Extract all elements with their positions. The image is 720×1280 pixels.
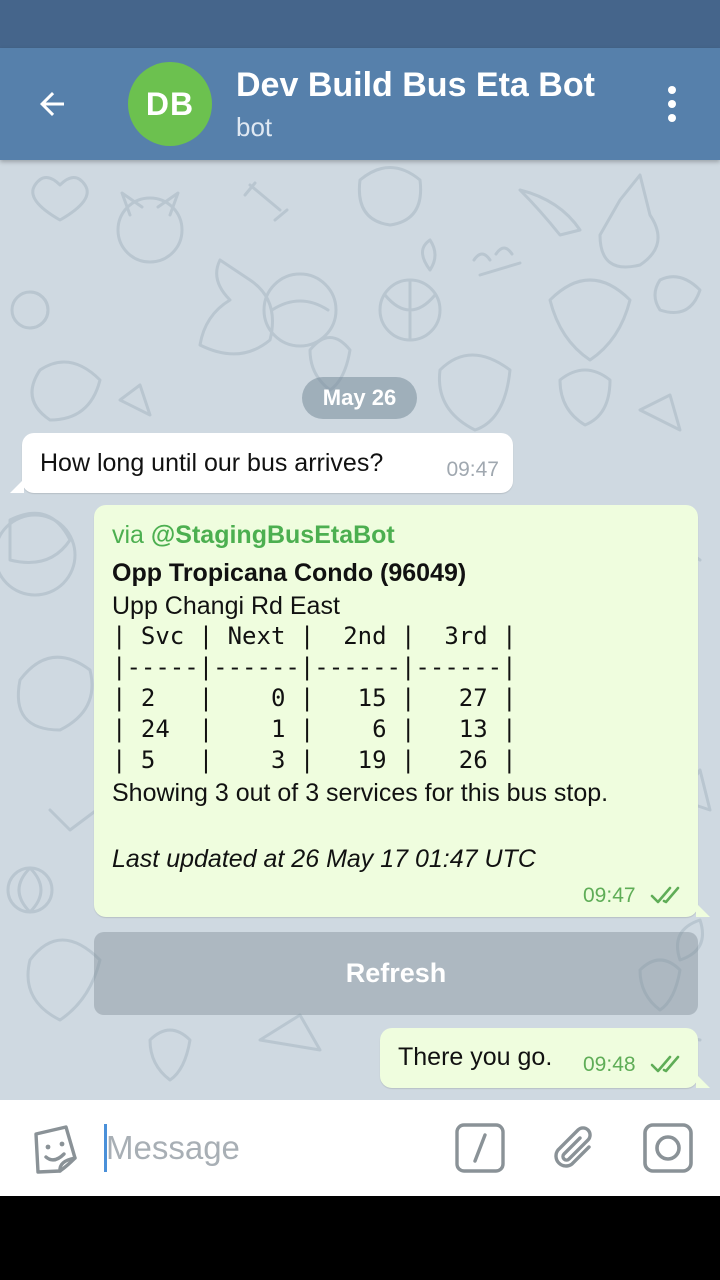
message-time: 09:47 [583, 884, 636, 907]
eta-table-row: | 2 | 0 | 15 | 27 | [112, 684, 517, 712]
message-text: How long until our bus arrives? [40, 449, 384, 477]
chat-area[interactable]: May 26 How long until our bus arrives? 0… [0, 160, 720, 1100]
via-bot-username[interactable]: @StagingBusEtaBot [151, 521, 395, 549]
double-check-icon [650, 1055, 680, 1073]
outgoing-message[interactable]: via @StagingBusEtaBot Opp Tropicana Cond… [94, 505, 710, 917]
paperclip-icon[interactable] [548, 1120, 604, 1176]
arrow-left-icon [40, 92, 64, 116]
more-menu-button[interactable] [648, 74, 696, 134]
double-check-icon [650, 886, 680, 904]
eta-table-row: | 24 | 1 | 6 | 13 | [112, 715, 517, 743]
status-bar [0, 0, 720, 48]
outgoing-message[interactable]: There you go. 09:48 [380, 1028, 710, 1088]
eta-table-header: | Svc | Next | 2nd | 3rd | [112, 622, 517, 650]
back-button[interactable] [22, 74, 82, 134]
dot-icon [668, 100, 676, 108]
message-text: There you go. [398, 1043, 553, 1071]
incoming-message[interactable]: How long until our bus arrives? 09:47 [10, 433, 513, 493]
camera-icon[interactable] [640, 1120, 696, 1176]
via-prefix: via [112, 521, 144, 549]
services-summary: Showing 3 out of 3 services for this bus… [112, 779, 609, 807]
last-updated: Last updated at 26 May 17 01:47 UTC [112, 845, 536, 873]
dot-icon [668, 114, 676, 122]
chat-title[interactable]: Dev Build Bus Eta Bot [236, 66, 595, 105]
date-separator: May 26 [302, 377, 417, 419]
message-input[interactable] [106, 1124, 426, 1172]
bus-stop-name: Opp Tropicana Condo (96049) [112, 559, 467, 587]
bubble-tail [696, 903, 710, 917]
app-bar: DB Dev Build Bus Eta Bot bot [0, 48, 720, 160]
message-time: 09:48 [583, 1053, 636, 1076]
dot-icon [668, 86, 676, 94]
bot-command-icon[interactable] [454, 1122, 506, 1174]
sticker-icon[interactable] [26, 1122, 82, 1178]
bus-stop-road: Upp Changi Rd East [112, 592, 340, 620]
message-time: 09:47 [446, 458, 499, 481]
eta-table-separator: |-----|------|------|------| [112, 653, 517, 681]
bubble-tail [696, 1074, 710, 1088]
eta-table-row: | 5 | 3 | 19 | 26 | [112, 746, 517, 774]
avatar[interactable]: DB [128, 62, 212, 146]
via-bot-label[interactable]: via @StagingBusEtaBot [112, 521, 395, 550]
chat-subtitle: bot [236, 112, 273, 142]
system-navigation-bar [0, 1196, 720, 1280]
refresh-button[interactable]: Refresh [94, 932, 698, 1015]
bubble-tail [10, 479, 24, 493]
message-input-bar [0, 1100, 720, 1196]
